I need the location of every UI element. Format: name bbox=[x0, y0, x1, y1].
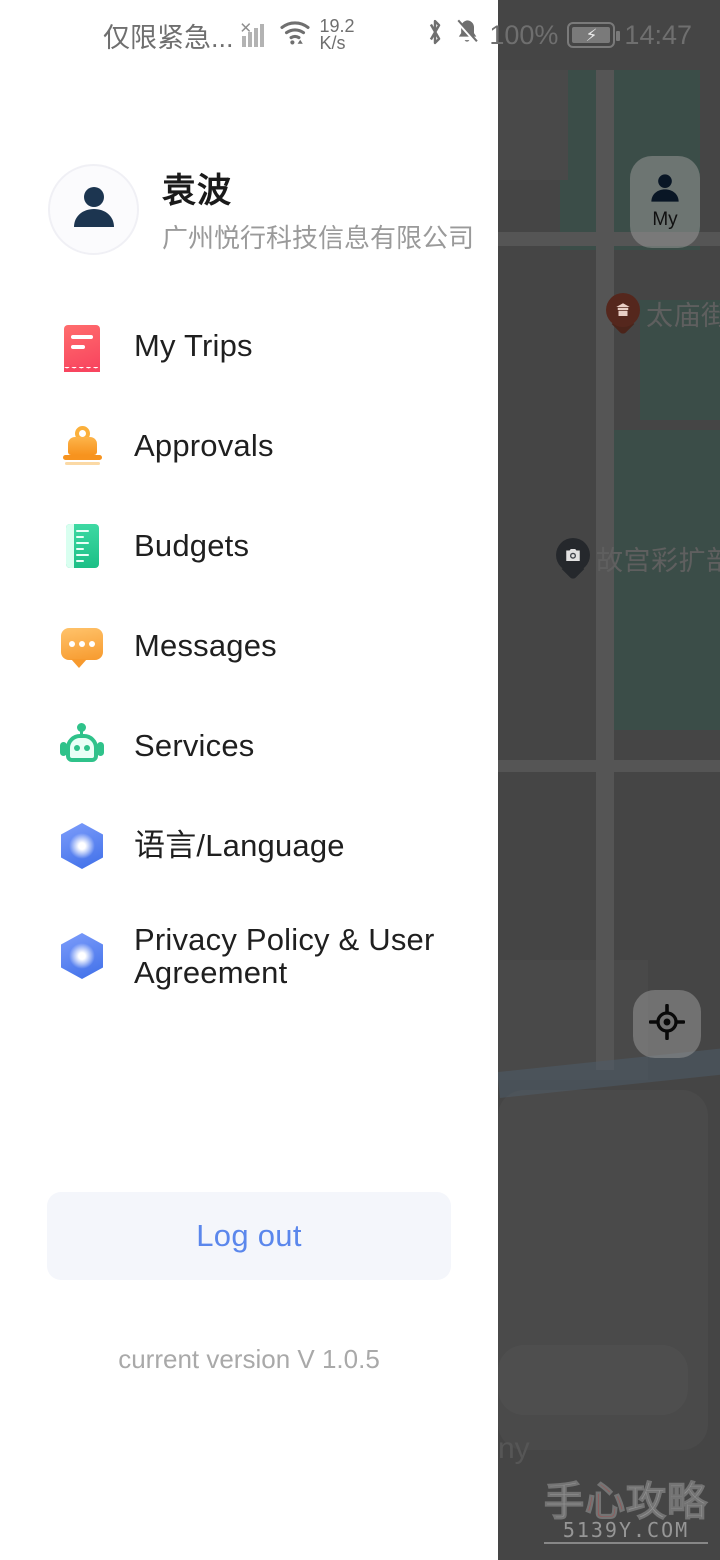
menu-item-language[interactable]: 语言/Language bbox=[0, 796, 498, 896]
hexagon-icon bbox=[58, 932, 106, 980]
chat-bubble-icon bbox=[58, 622, 106, 670]
bell-muted-icon bbox=[454, 18, 480, 53]
menu-item-budgets[interactable]: Budgets bbox=[0, 496, 498, 596]
menu-item-label: Messages bbox=[134, 628, 277, 664]
network-speed-unit: K/s bbox=[319, 33, 346, 53]
menu-item-privacy-policy[interactable]: Privacy Policy & User Agreement bbox=[0, 896, 498, 1016]
watermark: 手心攻略 5139Y.COM bbox=[544, 1482, 708, 1544]
menu-item-label: Approvals bbox=[134, 428, 274, 464]
robot-icon bbox=[58, 722, 106, 770]
watermark-url: 5139Y.COM bbox=[544, 1518, 708, 1544]
app-version-label: current version V 1.0.5 bbox=[118, 1344, 380, 1374]
menu-item-label: My Trips bbox=[134, 328, 253, 364]
menu-item-services[interactable]: Services bbox=[0, 696, 498, 796]
watermark-title: 手心攻略 bbox=[544, 1479, 708, 1525]
receipt-icon bbox=[58, 322, 106, 372]
stamp-icon bbox=[58, 422, 106, 470]
drawer-menu: My Trips Approvals Budgets Messages Serv… bbox=[0, 296, 498, 1016]
person-avatar-icon bbox=[70, 185, 118, 234]
menu-item-messages[interactable]: Messages bbox=[0, 596, 498, 696]
menu-item-approvals[interactable]: Approvals bbox=[0, 396, 498, 496]
ruler-icon bbox=[58, 522, 106, 570]
signal-bars-no-service-icon: ✕ bbox=[240, 20, 270, 47]
status-bar-left: 仅限紧急... ✕ 19.2 K/s bbox=[103, 16, 355, 55]
menu-item-label: Budgets bbox=[134, 528, 250, 564]
network-speed: 19.2 K/s bbox=[319, 17, 355, 53]
menu-item-label: Privacy Policy & User Agreement bbox=[134, 921, 435, 990]
clock-label: 14:47 bbox=[624, 19, 692, 50]
navigation-drawer: 袁波 广州悦行科技信息有限公司 My Trips Approvals Budge… bbox=[0, 0, 498, 1560]
hexagon-icon bbox=[58, 822, 106, 870]
profile-name: 袁波 bbox=[162, 172, 232, 210]
battery-percent-label: 100% bbox=[489, 19, 559, 50]
profile-text: 袁波 广州悦行科技信息有限公司 bbox=[162, 163, 474, 255]
avatar[interactable] bbox=[48, 163, 139, 255]
battery-charging-icon: ⚡ bbox=[567, 22, 621, 48]
status-bar-right: 100% ⚡ 14:47 bbox=[425, 17, 692, 54]
profile-organization: 广州悦行科技信息有限公司 bbox=[162, 223, 475, 253]
menu-item-label: Services bbox=[134, 728, 255, 764]
menu-item-label: 语言/Language bbox=[134, 828, 345, 864]
wifi-icon bbox=[278, 19, 312, 52]
bluetooth-icon bbox=[425, 17, 445, 54]
profile-header[interactable]: 袁波 广州悦行科技信息有限公司 bbox=[48, 163, 474, 255]
logout-button[interactable]: Log out bbox=[47, 1192, 451, 1280]
menu-item-my-trips[interactable]: My Trips bbox=[0, 296, 498, 396]
carrier-label: 仅限紧急... bbox=[103, 22, 234, 53]
status-bar: 仅限紧急... ✕ 19.2 K/s 100% ⚡ 14:47 bbox=[0, 0, 720, 70]
